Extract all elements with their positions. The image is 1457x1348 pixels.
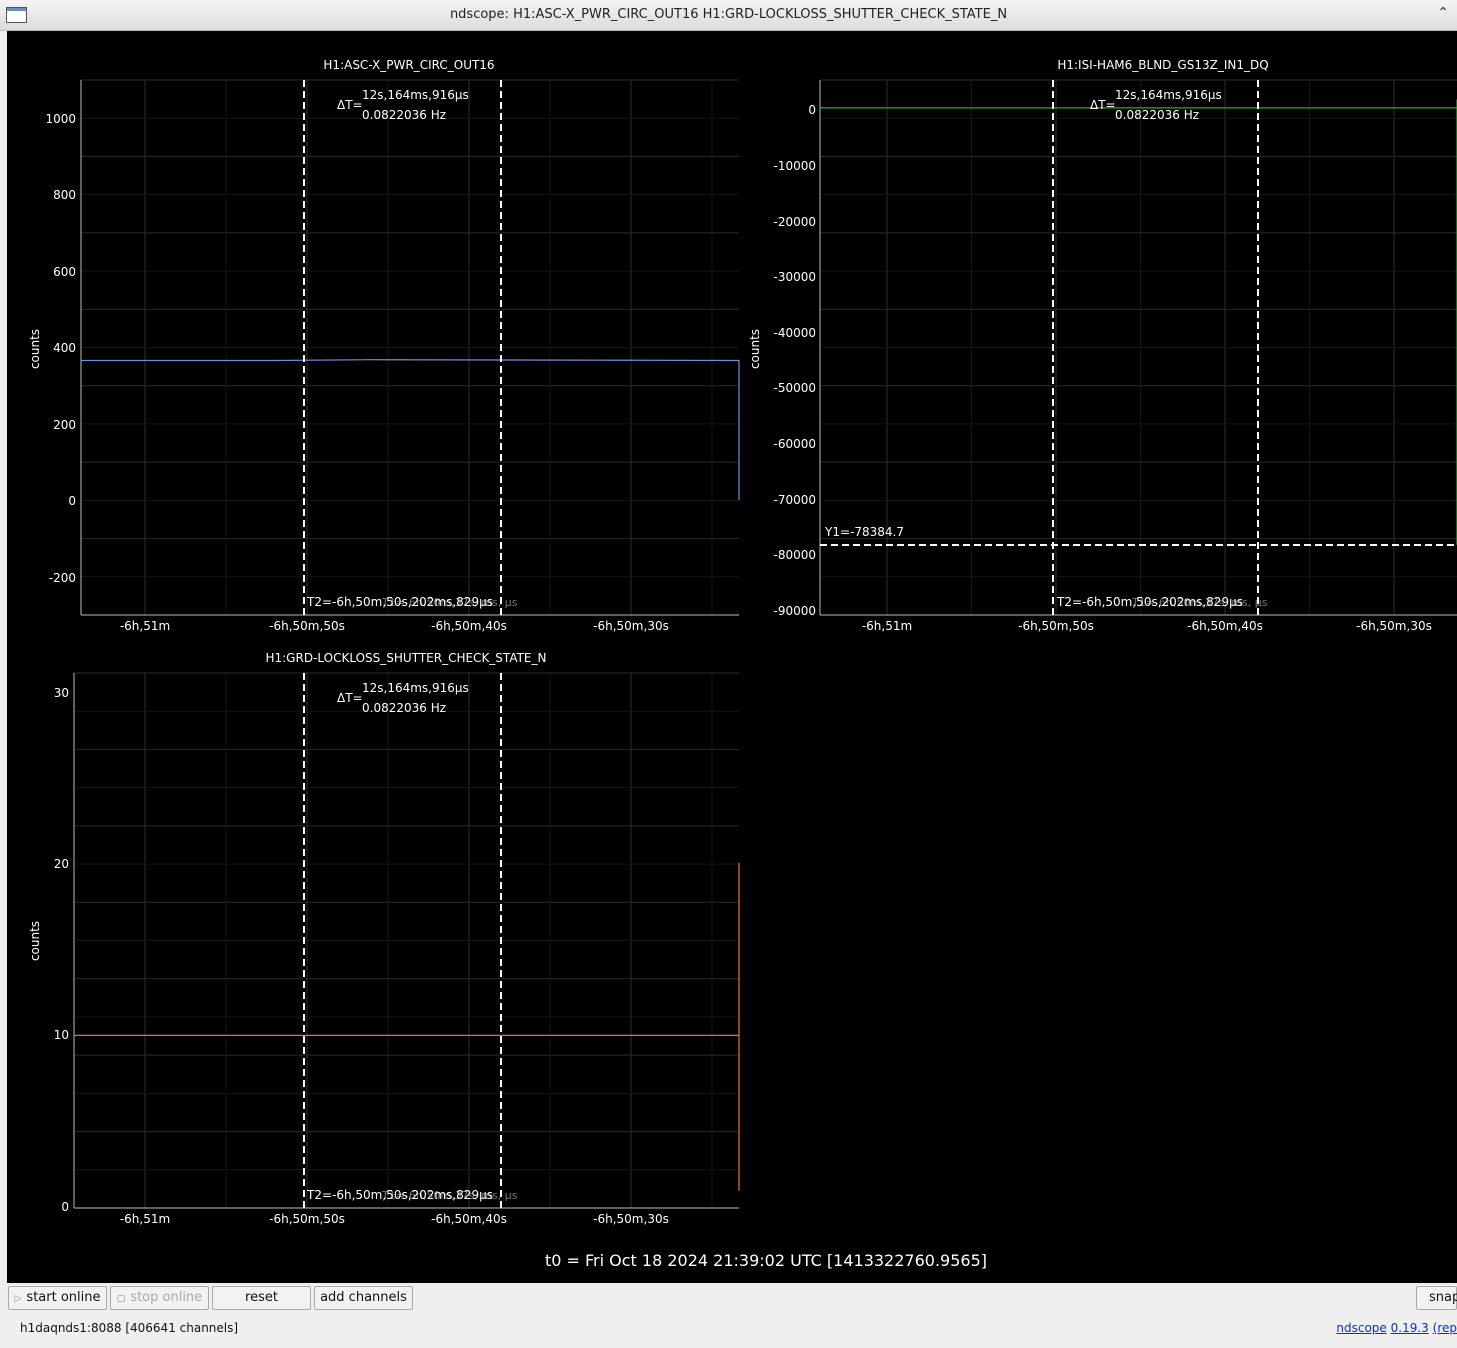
x-tick-label: -6h,50m,50s: [269, 1212, 345, 1226]
version-link[interactable]: 0.19.3: [1391, 1321, 1429, 1335]
y-ticks: 1000 800 600 400 200 0 -200: [45, 112, 76, 585]
data-trace: [74, 862, 740, 1191]
grid: [81, 79, 739, 616]
x-ticks: -6h,51m -6h,50m,50s -6h,50m,40s -6h,50m,…: [120, 1212, 669, 1226]
stop-online-button[interactable]: ▢ stop online: [110, 1286, 209, 1310]
title-bar: ndscope: H1:ASC-X_PWR_CIRC_OUT16 H1:GRD-…: [0, 0, 1457, 31]
t0-label: t0 = Fri Oct 18 2024 21:39:02 UTC [14133…: [545, 1251, 987, 1270]
plot-canvas: H1:ASC-X_PWR_CIRC_OUT16 counts 1000 800 …: [7, 31, 1457, 1283]
y-tick-label: 30: [54, 686, 69, 700]
y-tick-label: -50000: [773, 381, 816, 395]
data-trace: [81, 359, 740, 501]
x-tick-label: -6h,50m,50s: [1018, 619, 1094, 633]
x-tick-label: -6h,50m,30s: [1356, 619, 1432, 633]
x-tick-label: -6h,51m: [120, 1212, 170, 1226]
grid: [820, 79, 1457, 616]
delta-f-value: 0.0822036 Hz: [1115, 108, 1199, 122]
ndscope-link[interactable]: ndscope: [1336, 1321, 1386, 1335]
y-tick-label: 0: [68, 494, 76, 508]
plot-grd-lockloss[interactable]: H1:GRD-LOCKLOSS_SHUTTER_CHECK_STATE_N co…: [28, 651, 740, 1226]
y-tick-label: 0: [808, 103, 816, 117]
delta-t-label: ΔT=: [1090, 98, 1116, 112]
y-tick-label: 20: [54, 857, 69, 871]
chevron-up-icon[interactable]: ⌃: [1437, 5, 1449, 21]
add-channels-button[interactable]: add channels: [314, 1286, 413, 1310]
y-tick-label: -40000: [773, 326, 816, 340]
y-tick-label: 400: [53, 341, 76, 355]
stop-icon: ▢: [116, 1294, 126, 1304]
cursor-t2-label: T2=-6h,50m,50s,202ms,829µs: [306, 1188, 493, 1202]
repo-link[interactable]: (rep: [1433, 1321, 1457, 1335]
y-tick-label: -200: [49, 571, 76, 585]
x-tick-label: -6h,51m: [120, 619, 170, 633]
y-tick-label: 0: [61, 1200, 69, 1214]
y-axis-label: counts: [28, 921, 42, 961]
x-tick-label: -6h,50m,40s: [431, 1212, 507, 1226]
y-tick-label: 10: [54, 1028, 69, 1042]
cursor-t2-label: T2=-6h,50m,50s,202ms,829µs: [1056, 595, 1243, 609]
server-status: h1daqnds1:8088 [406641 channels]: [20, 1321, 239, 1335]
cursor-y1-label: Y1=-78384.7: [824, 525, 904, 539]
delta-f-value: 0.0822036 Hz: [362, 701, 446, 715]
y-tick-label: 800: [53, 188, 76, 202]
play-icon: ▷: [14, 1294, 22, 1304]
x-ticks: -6h,51m -6h,50m,50s -6h,50m,40s -6h,50m,…: [120, 619, 669, 633]
y-tick-label: 600: [53, 265, 76, 279]
plot-title: H1:ISI-HAM6_BLND_GS13Z_IN1_DQ: [1057, 58, 1268, 72]
data-trace: [820, 99, 1457, 545]
stop-online-label: stop online: [130, 1290, 203, 1305]
y-ticks: 30 20 10 0: [54, 686, 69, 1214]
grid: [74, 672, 739, 1209]
y-tick-label: 1000: [45, 112, 76, 126]
x-tick-label: -6h,50m,30s: [593, 619, 669, 633]
y-tick-label: -60000: [773, 437, 816, 451]
y-tick-label: -80000: [773, 548, 816, 562]
y-tick-label: -70000: [773, 493, 816, 507]
plot-area[interactable]: H1:ASC-X_PWR_CIRC_OUT16 counts 1000 800 …: [7, 31, 1457, 1283]
delta-t-value: 12s,164ms,916µs: [362, 88, 469, 102]
start-online-label: start online: [26, 1290, 101, 1305]
delta-t-label: ΔT=: [337, 98, 363, 112]
plot-title: H1:GRD-LOCKLOSS_SHUTTER_CHECK_STATE_N: [265, 651, 546, 665]
x-tick-label: -6h,50m,30s: [593, 1212, 669, 1226]
cursor-t2-label: T2=-6h,50m,50s,202ms,829µs: [306, 595, 493, 609]
delta-t-label: ΔT=: [337, 691, 363, 705]
start-online-button[interactable]: ▷ start online: [8, 1286, 107, 1310]
plot-isi-ham6[interactable]: H1:ISI-HAM6_BLND_GS13Z_IN1_DQ counts 0 -…: [748, 58, 1457, 633]
y-axis-label: counts: [748, 329, 762, 369]
x-tick-label: -6h,50m,40s: [1187, 619, 1263, 633]
delta-t-value: 12s,164ms,916µs: [362, 681, 469, 695]
y-tick-label: -10000: [773, 159, 816, 173]
reset-button[interactable]: reset: [212, 1286, 311, 1310]
delta-f-value: 0.0822036 Hz: [362, 108, 446, 122]
x-tick-label: -6h,50m,40s: [431, 619, 507, 633]
y-tick-label: -30000: [773, 270, 816, 284]
y-tick-label: 200: [53, 418, 76, 432]
y-axis-label: counts: [28, 329, 42, 369]
plot-title: H1:ASC-X_PWR_CIRC_OUT16: [323, 58, 494, 72]
y-tick-label: -20000: [773, 215, 816, 229]
version-info: ndscope 0.19.3 (rep: [1336, 1321, 1457, 1335]
y-ticks: 0 -10000 -20000 -30000 -40000 -50000 -60…: [773, 103, 816, 618]
x-ticks: -6h,51m -6h,50m,50s -6h,50m,40s -6h,50m,…: [862, 619, 1432, 633]
window-title: ndscope: H1:ASC-X_PWR_CIRC_OUT16 H1:GRD-…: [449, 7, 1008, 22]
delta-t-value: 12s,164ms,916µs: [1115, 88, 1222, 102]
x-tick-label: -6h,50m,50s: [269, 619, 345, 633]
y-tick-label: -90000: [773, 604, 816, 618]
x-tick-label: -6h,51m: [862, 619, 912, 633]
plot-asc-x-pwr[interactable]: H1:ASC-X_PWR_CIRC_OUT16 counts 1000 800 …: [28, 58, 740, 633]
snap-button[interactable]: snap: [1416, 1286, 1457, 1310]
